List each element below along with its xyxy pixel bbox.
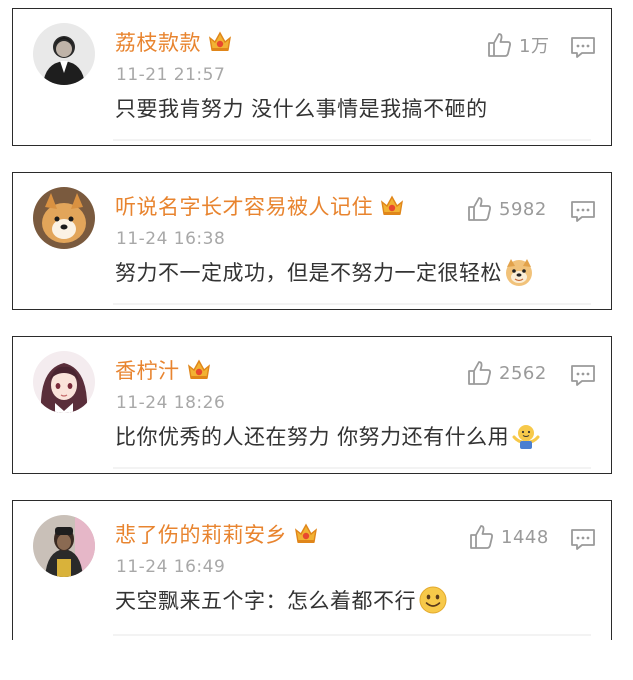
avatar[interactable] [33,515,95,577]
comment-card: 听说名字长才容易被人记住 11-24 16:38 努力不一定成功，但是不努力一定… [12,172,612,310]
vip-crown-icon [379,194,405,218]
username[interactable]: 听说名字长才容易被人记住 [115,191,373,221]
like-button[interactable]: 5982 [465,195,547,223]
username-row: 听说名字长才容易被人记住 [115,191,405,221]
like-count: 5982 [499,198,547,220]
username-row: 悲了伤的莉莉安乡 [115,519,319,549]
comment-body: 比你优秀的人还在努力 你努力还有什么用 [115,425,510,449]
comment-text: 只要我肯努力 没什么事情是我搞不砸的 [115,93,488,123]
username[interactable]: 荔枝款款 [115,27,201,57]
username-row: 荔枝款款 [115,27,233,57]
shrug-emoji-icon [511,421,541,451]
comment-card: 悲了伤的莉莉安乡 11-24 16:49 天空飘来五个字：怎么着都不行 1448 [12,500,612,640]
thumbs-up-icon [468,361,491,385]
avatar[interactable] [33,187,95,249]
reply-comment-icon[interactable] [570,527,596,551]
like-count: 2562 [499,362,547,384]
comment-text: 比你优秀的人还在努力 你努力还有什么用 [115,421,541,451]
divider [113,634,591,636]
thumbs-up-icon [470,525,493,549]
comment-card: 香柠汁 11-24 18:26 比你优秀的人还在努力 你努力还有什么用 2562 [12,336,612,474]
doge-emoji-icon [504,257,534,287]
comment-timestamp: 11-21 21:57 [116,65,226,85]
thumbs-up-icon [468,197,491,221]
comment-timestamp: 11-24 18:26 [116,393,226,413]
smile-emoji-icon [418,585,448,615]
reply-comment-icon[interactable] [570,363,596,387]
comment-body: 努力不一定成功，但是不努力一定很轻松 [115,261,502,285]
comment-timestamp: 11-24 16:38 [116,229,226,249]
like-button[interactable]: 1万 [485,31,549,59]
like-count: 1万 [519,36,550,57]
vip-crown-icon [293,522,319,546]
username[interactable]: 香柠汁 [115,355,180,385]
like-count: 1448 [501,526,549,548]
reply-comment-icon[interactable] [570,35,596,59]
divider [113,467,591,469]
vip-crown-icon [207,30,233,54]
avatar[interactable] [33,351,95,413]
username[interactable]: 悲了伤的莉莉安乡 [115,519,287,549]
comment-card: 荔枝款款 11-21 21:57 只要我肯努力 没什么事情是我搞不砸的 1万 [12,8,612,146]
reply-comment-icon[interactable] [570,199,596,223]
username-row: 香柠汁 [115,355,212,385]
avatar[interactable] [33,23,95,85]
like-button[interactable]: 2562 [465,359,547,387]
comment-text: 天空飘来五个字：怎么着都不行 [115,585,448,615]
comment-body: 天空飘来五个字：怎么着都不行 [115,589,416,613]
thumbs-up-icon [488,33,511,57]
comment-timestamp: 11-24 16:49 [116,557,226,577]
vip-crown-icon [186,358,212,382]
comment-text: 努力不一定成功，但是不努力一定很轻松 [115,257,534,287]
divider [113,139,591,141]
comment-body: 只要我肯努力 没什么事情是我搞不砸的 [115,97,488,121]
like-button[interactable]: 1448 [467,523,549,551]
divider [113,303,591,305]
